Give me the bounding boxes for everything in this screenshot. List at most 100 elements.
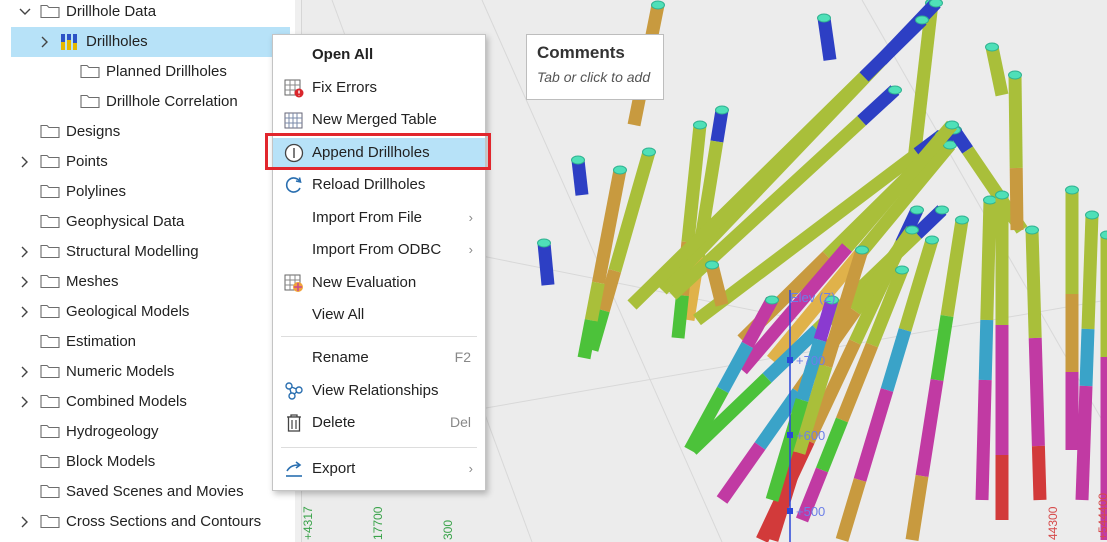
relationships-icon bbox=[283, 380, 305, 402]
tree-item-structural-modelling[interactable]: Structural Modelling bbox=[0, 237, 290, 267]
context-menu: Open All Fix Errors New Merged Table Append… bbox=[272, 34, 486, 491]
menu-item-import-from-file[interactable]: Import From File › bbox=[273, 203, 485, 233]
chevron-right-icon[interactable] bbox=[18, 245, 32, 259]
highlight-box bbox=[265, 133, 491, 170]
tree-item-meshes[interactable]: Meshes bbox=[0, 267, 290, 297]
shortcut-label: Del bbox=[449, 414, 471, 430]
chevron-down-icon[interactable] bbox=[18, 5, 32, 19]
tree-item-estimation[interactable]: Estimation bbox=[0, 327, 290, 357]
drillhole-trace[interactable] bbox=[995, 190, 1009, 520]
drillhole-trace[interactable] bbox=[705, 260, 729, 307]
tree-item-saved-scenes-and-movies[interactable]: Saved Scenes and Movies bbox=[0, 477, 290, 507]
tree-item-geological-models[interactable]: Geological Models bbox=[0, 297, 290, 327]
tree-item-label: Structural Modelling bbox=[66, 243, 199, 260]
menu-item-label: Open All bbox=[312, 46, 374, 63]
menu-item-view-all[interactable]: View All bbox=[273, 300, 485, 330]
tree-item-label: Estimation bbox=[66, 333, 137, 350]
folder-icon bbox=[40, 3, 60, 19]
drillhole-trace[interactable] bbox=[571, 155, 589, 196]
chevron-right-icon[interactable] bbox=[18, 395, 32, 409]
menu-item-import-from-odbc[interactable]: Import From ODBC › bbox=[273, 235, 485, 265]
merged-table-icon bbox=[283, 109, 305, 131]
tree-item-geophysical-data[interactable]: Geophysical Data bbox=[0, 207, 290, 237]
tree-item-label: Points bbox=[66, 153, 108, 170]
tree-item-label: Geophysical Data bbox=[66, 213, 185, 230]
tree-item-label: Hydrogeology bbox=[66, 423, 159, 440]
tree-item-label: Drillhole Data bbox=[66, 3, 157, 20]
drillhole-trace[interactable] bbox=[1075, 210, 1099, 501]
tree-item-label: Cross Sections and Contours bbox=[66, 513, 262, 530]
tree-item-combined-models[interactable]: Combined Models bbox=[0, 387, 290, 417]
menu-item-label: New Merged Table bbox=[312, 111, 437, 128]
menu-item-open-all[interactable]: Open All bbox=[273, 40, 485, 70]
tree-item-drillholes[interactable]: Drillholes bbox=[11, 27, 290, 57]
tree-item-polylines[interactable]: Polylines bbox=[0, 177, 290, 207]
tree-item-label: Designs bbox=[66, 123, 121, 140]
grid-coordinate-label: 17700 bbox=[371, 506, 385, 540]
chevron-right-icon[interactable] bbox=[38, 35, 52, 49]
drillhole-trace[interactable] bbox=[975, 195, 997, 501]
menu-item-label: Reload Drillholes bbox=[312, 176, 426, 193]
menu-item-new-evaluation[interactable]: New Evaluation bbox=[273, 268, 485, 298]
tree-item-cross-sections-and-contours[interactable]: Cross Sections and Contours bbox=[0, 507, 290, 537]
chevron-right-icon[interactable] bbox=[18, 365, 32, 379]
folder-icon bbox=[80, 63, 100, 79]
tree-item-numeric-models[interactable]: Numeric Models bbox=[0, 357, 290, 387]
drillholes-icon bbox=[60, 33, 80, 50]
tree-item-points[interactable]: Points bbox=[0, 147, 290, 177]
grid-coordinate-label: +4317 bbox=[302, 506, 315, 540]
tree-item-label: Geological Models bbox=[66, 303, 190, 320]
menu-item-delete[interactable]: Delete Del bbox=[273, 408, 485, 438]
axis-tick-label: +500 bbox=[796, 504, 825, 519]
folder-icon bbox=[40, 153, 60, 169]
drillhole-trace[interactable] bbox=[537, 238, 555, 286]
tree-item-label: Drillhole Correlation bbox=[106, 93, 238, 110]
comments-title: Comments bbox=[537, 43, 625, 62]
tree-item-hydrogeology[interactable]: Hydrogeology bbox=[0, 417, 290, 447]
tree-item-drillhole-correlation[interactable]: Drillhole Correlation bbox=[0, 87, 290, 117]
grid-coordinate-label: 44300 bbox=[1046, 506, 1060, 540]
tree-item-label: Numeric Models bbox=[66, 363, 175, 380]
tree-item-drillhole-data[interactable]: Drillhole Data bbox=[0, 0, 290, 27]
menu-item-new-merged-table[interactable]: New Merged Table bbox=[273, 105, 485, 135]
tree-item-label: Meshes bbox=[66, 273, 119, 290]
chevron-right-icon[interactable] bbox=[18, 305, 32, 319]
folder-icon bbox=[80, 93, 100, 109]
axis-label: Elev (Z) bbox=[790, 290, 836, 305]
menu-item-rename[interactable]: Rename F2 bbox=[273, 343, 485, 373]
chevron-right-icon[interactable] bbox=[18, 515, 32, 529]
chevron-right-icon[interactable] bbox=[18, 155, 32, 169]
menu-item-reload-drillholes[interactable]: Reload Drillholes bbox=[273, 170, 485, 200]
drillhole-trace[interactable] bbox=[1065, 185, 1079, 450]
menu-item-label: New Evaluation bbox=[312, 273, 417, 291]
axis-tick-label: +700 bbox=[796, 353, 825, 368]
folder-icon bbox=[40, 363, 60, 379]
folder-icon bbox=[40, 303, 60, 319]
drillhole-trace[interactable] bbox=[817, 13, 837, 61]
tree-item-label: Saved Scenes and Movies bbox=[66, 483, 244, 500]
chevron-right-icon: › bbox=[468, 460, 473, 476]
menu-item-label: Import From File bbox=[312, 208, 423, 226]
menu-item-label: Rename bbox=[312, 349, 369, 366]
menu-item-fix-errors[interactable]: Fix Errors bbox=[273, 73, 485, 103]
drillhole-trace[interactable] bbox=[985, 42, 1009, 97]
tree-item-designs[interactable]: Designs bbox=[0, 117, 290, 147]
menu-separator bbox=[281, 446, 477, 448]
menu-separator bbox=[281, 336, 477, 337]
menu-item-label: Import From ODBC bbox=[312, 241, 442, 258]
tree-item-label: Planned Drillholes bbox=[106, 63, 227, 80]
drillhole-trace[interactable] bbox=[1008, 70, 1024, 231]
comments-panel[interactable]: Comments Tab or click to add bbox=[526, 34, 664, 100]
tree-item-label: Polylines bbox=[66, 183, 127, 200]
tree-item-planned-drillholes[interactable]: Planned Drillholes bbox=[0, 57, 290, 87]
folder-icon bbox=[40, 273, 60, 289]
tree-item-block-models[interactable]: Block Models bbox=[0, 447, 290, 477]
drillhole-trace[interactable] bbox=[1025, 225, 1047, 501]
menu-item-label: View All bbox=[312, 306, 365, 323]
project-tree: Drillhole Data Drillholes Planned Drillhol… bbox=[0, 0, 296, 542]
menu-item-view-relationships[interactable]: View Relationships bbox=[273, 376, 485, 406]
menu-item-export[interactable]: Export › bbox=[273, 454, 485, 484]
folder-icon bbox=[40, 333, 60, 349]
comments-hint: Tab or click to add bbox=[537, 69, 651, 85]
chevron-right-icon[interactable] bbox=[18, 275, 32, 289]
